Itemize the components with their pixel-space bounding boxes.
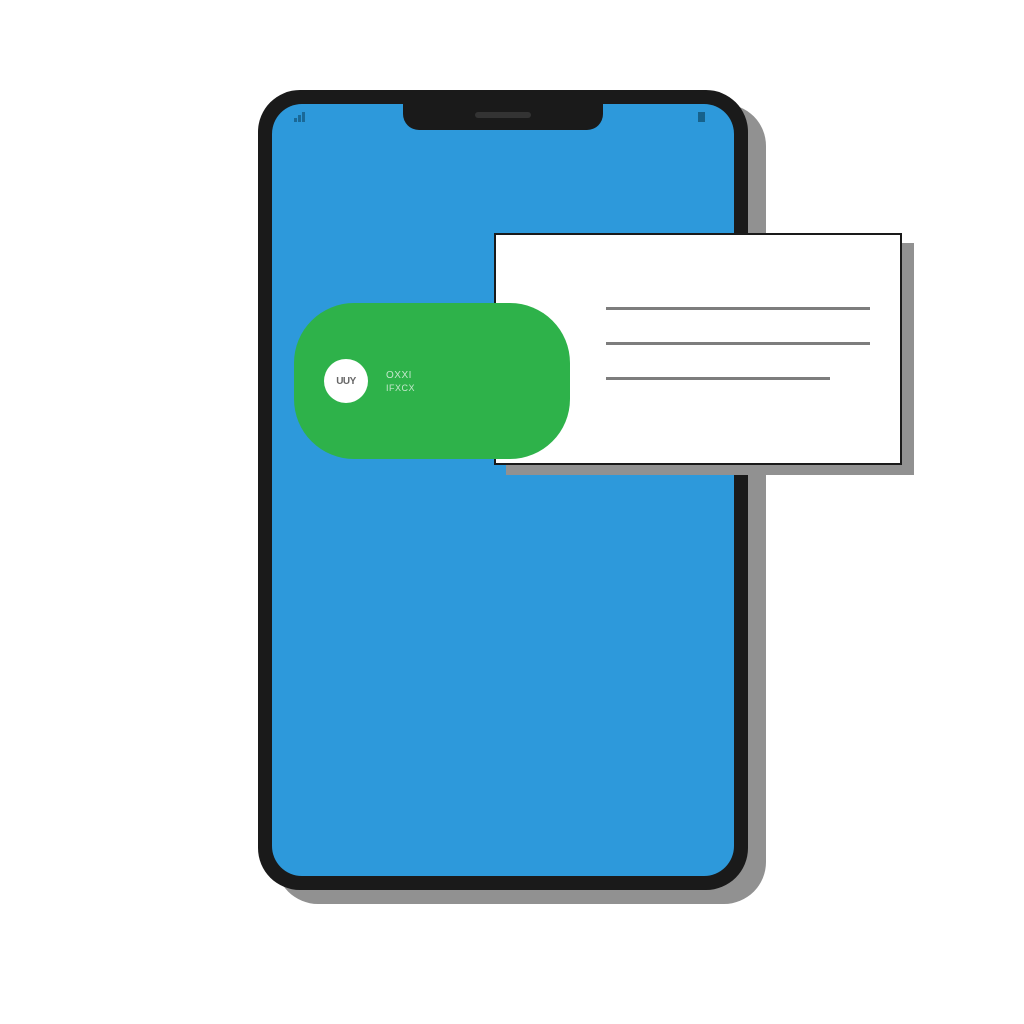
pill-subtitle: IFXCX <box>386 383 415 393</box>
text-line-placeholder <box>606 377 830 380</box>
action-pill-button[interactable]: UUY OXXI IFXCX <box>294 303 570 459</box>
phone-frame <box>258 90 748 890</box>
battery-icon <box>698 112 712 122</box>
pill-title: OXXI <box>386 370 415 381</box>
text-line-placeholder <box>606 307 870 310</box>
pill-avatar-label: UUY <box>336 376 356 387</box>
pill-avatar-icon: UUY <box>324 359 368 403</box>
pill-text-group: OXXI IFXCX <box>386 370 415 393</box>
speaker-icon <box>475 112 531 118</box>
phone-screen <box>272 104 734 876</box>
status-bar-left <box>294 112 305 122</box>
phone-notch <box>403 104 603 130</box>
text-line-placeholder <box>606 342 870 345</box>
signal-icon <box>294 112 305 122</box>
status-bar-right <box>698 112 712 122</box>
